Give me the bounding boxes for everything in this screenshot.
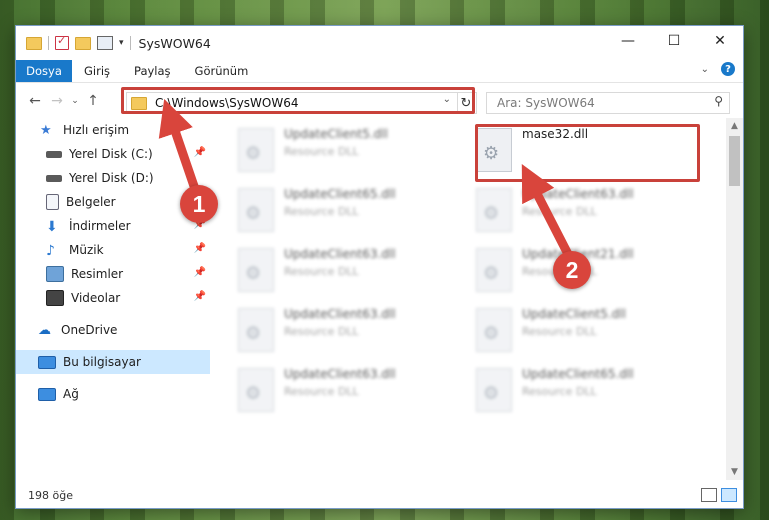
arrow-one	[158, 98, 201, 197]
arrow-two	[521, 163, 575, 263]
step-marker-two: 2	[553, 251, 591, 289]
step-marker-one: 1	[180, 185, 218, 223]
annotation-arrows	[158, 98, 575, 263]
